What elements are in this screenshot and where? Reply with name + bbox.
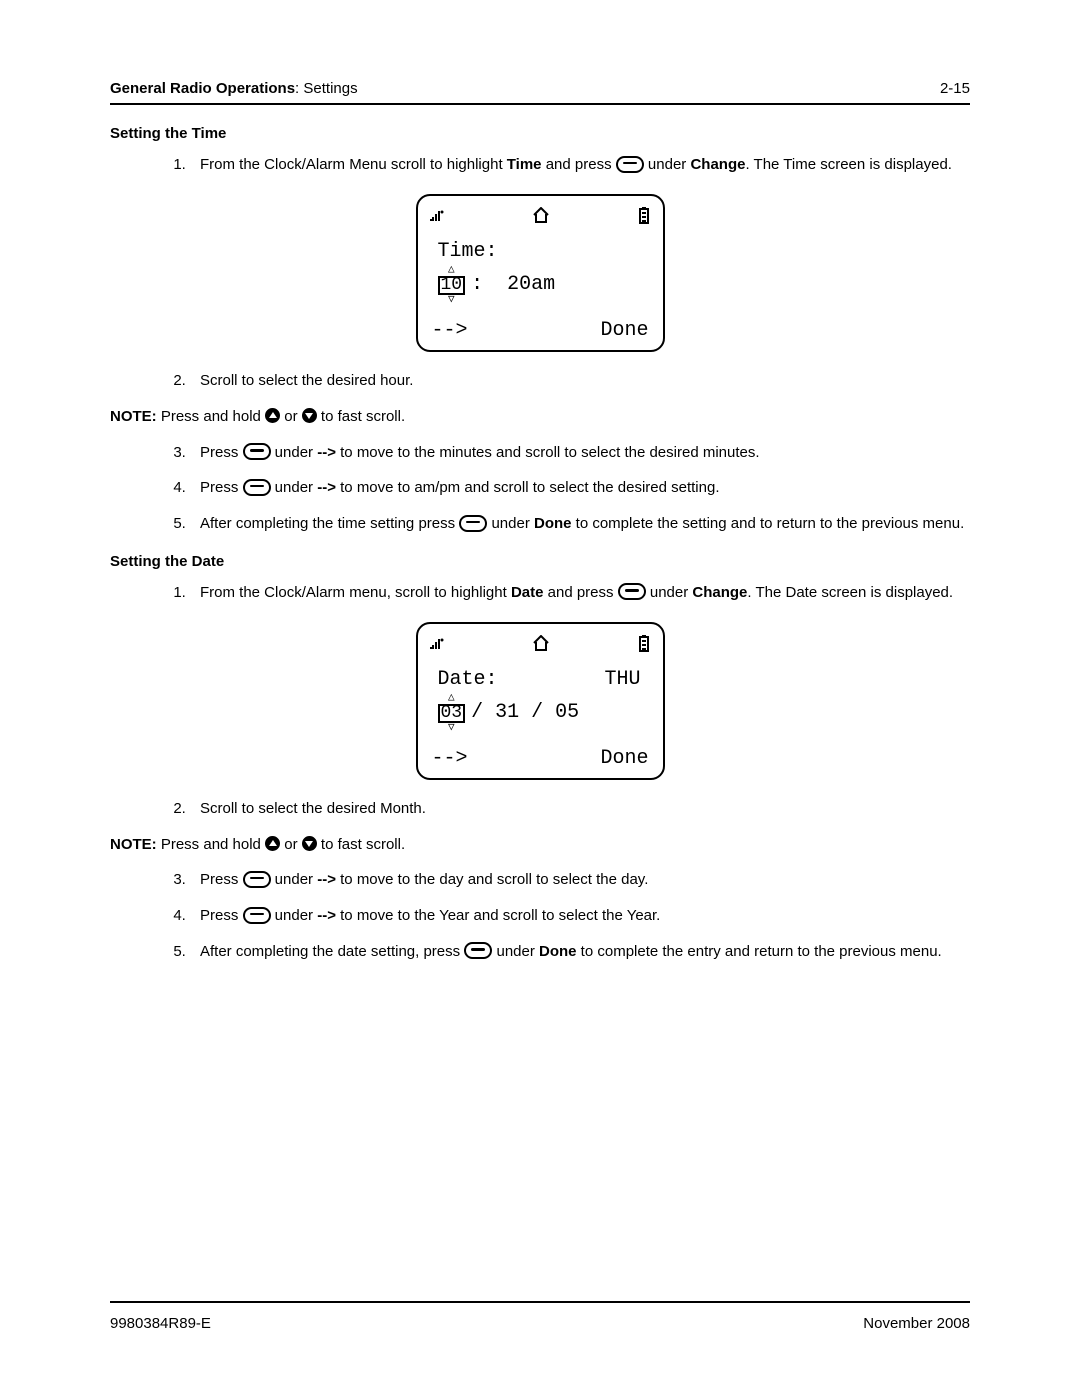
home-icon <box>532 206 550 228</box>
softkey-button-icon <box>243 871 271 888</box>
screen-topbar <box>428 206 653 237</box>
down-arrow-icon: ▽ <box>448 723 455 734</box>
date-value-row: △ 03 ▽ / 31 / 05 <box>438 693 647 734</box>
date-label-row: Date: THU <box>438 669 647 691</box>
header-left-rest: : Settings <box>295 80 358 97</box>
battery-icon <box>637 206 651 229</box>
running-header: General Radio Operations: Settings 2-15 <box>110 80 970 97</box>
month-selector: △ 03 ▽ <box>438 693 466 734</box>
right-softkey: Done <box>600 748 648 770</box>
heading-setting-date: Setting the Date <box>110 553 970 570</box>
time-screen-wrap: Time: △ 10 ▽ : 20am --> Done <box>110 194 970 352</box>
right-softkey: Done <box>600 320 648 342</box>
up-button-icon <box>265 836 280 851</box>
time-value-row: △ 10 ▽ : 20am <box>438 265 647 306</box>
date-rest: / 31 / 05 <box>471 702 579 724</box>
footer-date: November 2008 <box>863 1315 970 1332</box>
date-screen: Date: THU △ 03 ▽ / 31 / 05 --> Done <box>416 622 665 780</box>
date-steps: From the Clock/Alarm menu, scroll to hig… <box>190 582 970 604</box>
date-day: THU <box>604 669 640 691</box>
header-left-bold: General Radio Operations <box>110 80 295 97</box>
left-softkey: --> <box>432 748 468 770</box>
date-step-5: After completing the date setting, press… <box>190 941 970 963</box>
screen-softkeys: --> Done <box>428 314 653 342</box>
time-note: NOTE: Press and hold or to fast scroll. <box>110 406 970 428</box>
softkey-button-icon <box>616 156 644 173</box>
time-steps-3: Press under --> to move to the minutes a… <box>190 442 970 535</box>
softkey-button-icon <box>243 907 271 924</box>
date-screen-wrap: Date: THU △ 03 ▽ / 31 / 05 --> Done <box>110 622 970 780</box>
date-step-3: Press under --> to move to the day and s… <box>190 869 970 891</box>
signal-icon <box>430 634 446 656</box>
footer-rule <box>110 1301 970 1303</box>
time-screen: Time: △ 10 ▽ : 20am --> Done <box>416 194 665 352</box>
hour-value: 10 <box>438 276 466 295</box>
screen-topbar <box>428 634 653 665</box>
down-button-icon <box>302 408 317 423</box>
date-step-2: Scroll to select the desired Month. <box>190 798 970 820</box>
date-note: NOTE: Press and hold or to fast scroll. <box>110 834 970 856</box>
down-arrow-icon: ▽ <box>448 295 455 306</box>
time-colon: : <box>471 274 483 296</box>
screen-softkeys: --> Done <box>428 742 653 770</box>
screen-body: Time: △ 10 ▽ : 20am <box>428 237 653 314</box>
footer-row: 9980384R89-E November 2008 <box>110 1315 970 1332</box>
time-step-4: Press under --> to move to am/pm and scr… <box>190 477 970 499</box>
home-icon <box>532 634 550 656</box>
date-steps-3: Press under --> to move to the day and s… <box>190 869 970 962</box>
softkey-button-icon <box>459 515 487 532</box>
softkey-button-icon <box>618 583 646 600</box>
screen-body: Date: THU △ 03 ▽ / 31 / 05 <box>428 665 653 742</box>
footer-doc-id: 9980384R89-E <box>110 1315 211 1332</box>
time-steps: From the Clock/Alarm Menu scroll to high… <box>190 154 970 176</box>
date-steps-2: Scroll to select the desired Month. <box>190 798 970 820</box>
time-label: Time: <box>438 241 647 263</box>
month-value: 03 <box>438 704 466 723</box>
softkey-button-icon <box>464 942 492 959</box>
up-button-icon <box>265 408 280 423</box>
time-steps-2: Scroll to select the desired hour. <box>190 370 970 392</box>
page: General Radio Operations: Settings 2-15 … <box>0 0 1080 1397</box>
left-softkey: --> <box>432 320 468 342</box>
softkey-button-icon <box>243 443 271 460</box>
time-step-3: Press under --> to move to the minutes a… <box>190 442 970 464</box>
time-rest: 20am <box>507 274 555 296</box>
softkey-button-icon <box>243 479 271 496</box>
time-step-1: From the Clock/Alarm Menu scroll to high… <box>190 154 970 176</box>
time-step-2: Scroll to select the desired hour. <box>190 370 970 392</box>
time-step-5: After completing the time setting press … <box>190 513 970 535</box>
date-step-4: Press under --> to move to the Year and … <box>190 905 970 927</box>
header-page-number: 2-15 <box>940 80 970 97</box>
hour-selector: △ 10 ▽ <box>438 265 466 306</box>
header-rule <box>110 103 970 105</box>
date-label: Date: <box>438 669 498 691</box>
signal-icon <box>430 206 446 228</box>
footer: 9980384R89-E November 2008 <box>110 1301 970 1332</box>
up-arrow-icon: △ <box>448 693 455 704</box>
heading-setting-time: Setting the Time <box>110 125 970 142</box>
battery-icon <box>637 634 651 657</box>
down-button-icon <box>302 836 317 851</box>
date-step-1: From the Clock/Alarm menu, scroll to hig… <box>190 582 970 604</box>
header-left: General Radio Operations: Settings <box>110 80 358 97</box>
